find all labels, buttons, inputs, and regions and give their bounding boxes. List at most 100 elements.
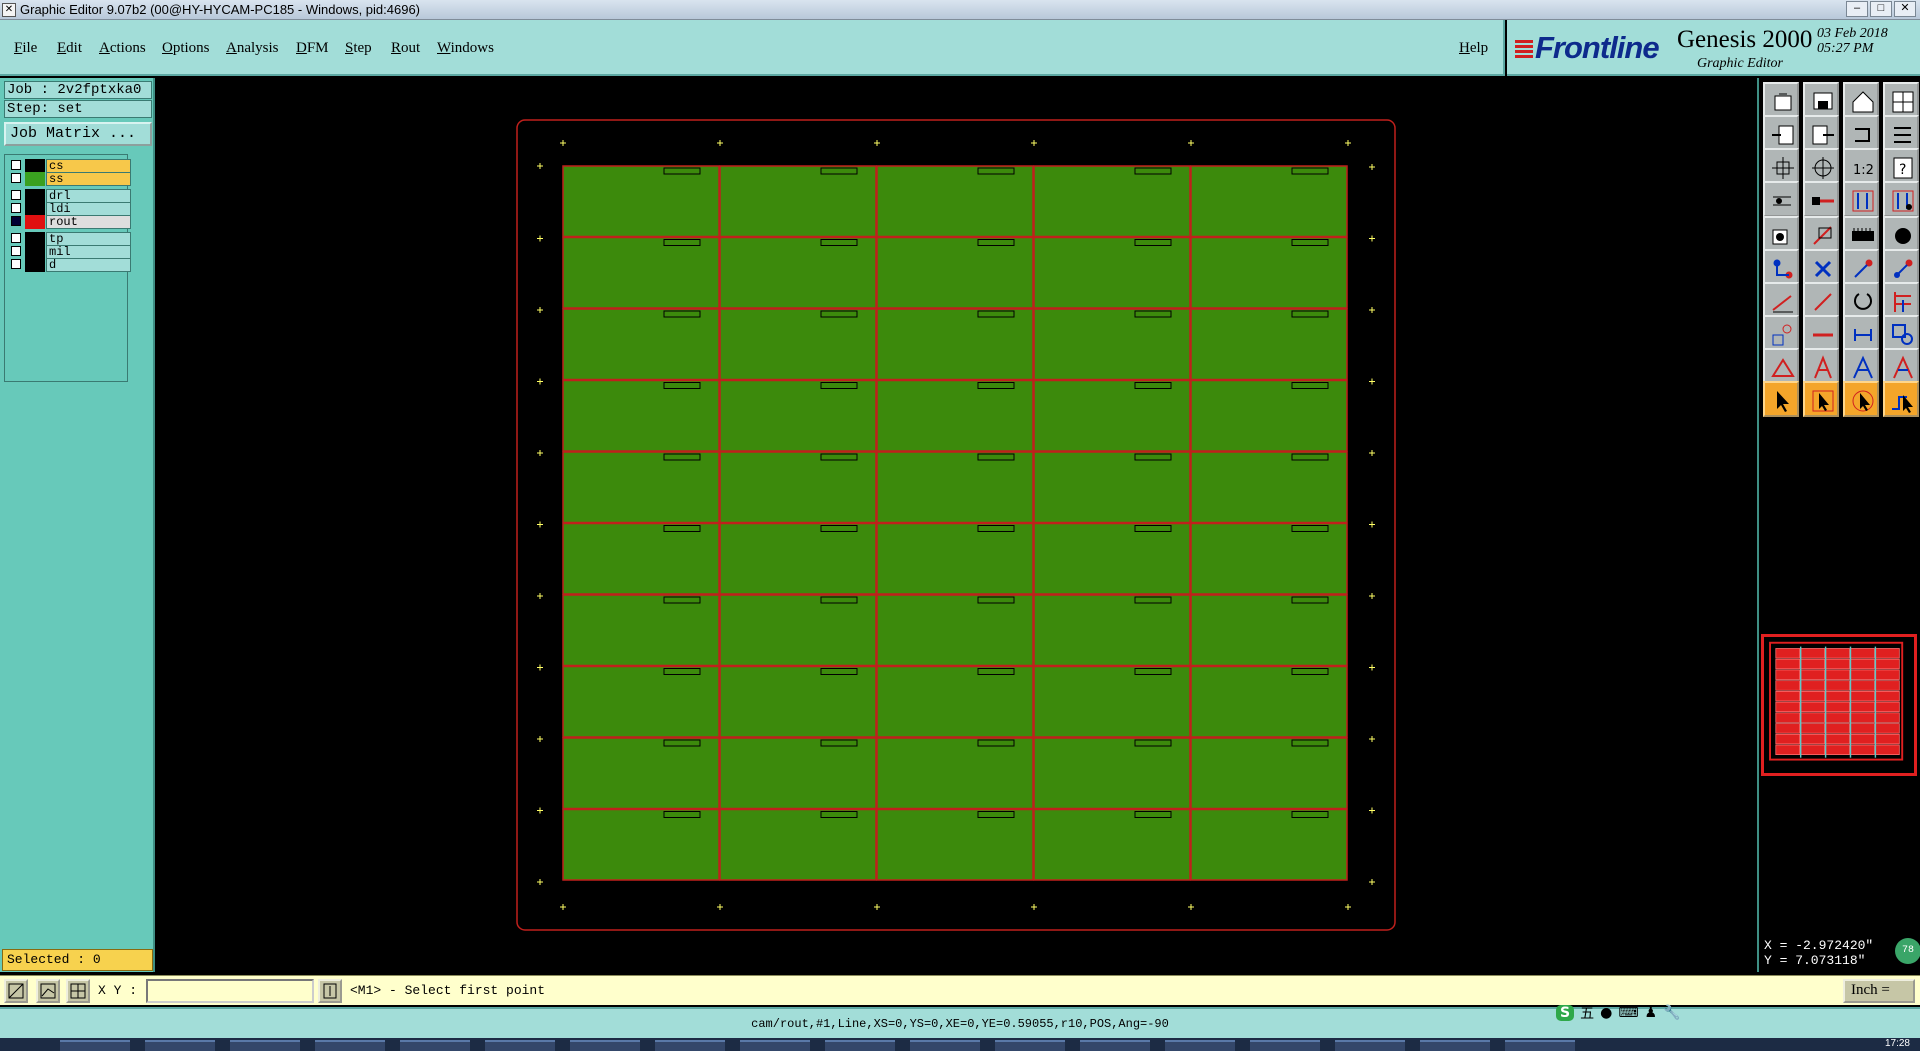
layer-row-mil[interactable]: mil	[9, 245, 131, 259]
minimize-button[interactable]: –	[1846, 1, 1868, 17]
tri-icon[interactable]	[1763, 348, 1799, 384]
layer-checkbox[interactable]	[11, 259, 21, 269]
overview-minimap[interactable]	[1761, 634, 1917, 776]
maximize-button[interactable]: □	[1870, 1, 1892, 17]
layer-color-swatch[interactable]	[25, 232, 45, 246]
rotate-icon[interactable]	[1843, 282, 1879, 318]
grid-mode-icon[interactable]	[66, 979, 90, 1003]
menu-analysis[interactable]: Analysis	[226, 40, 279, 57]
minus-icon[interactable]	[1803, 315, 1839, 351]
menu-help[interactable]: Help	[1459, 40, 1488, 57]
export-icon[interactable]	[1803, 115, 1839, 151]
layer-color-swatch[interactable]	[25, 172, 45, 186]
layer-row-ss[interactable]: ss	[9, 172, 131, 186]
pointer-circle-icon[interactable]	[1843, 381, 1879, 417]
layer-name[interactable]: mil	[46, 245, 131, 259]
layer-checkbox[interactable]	[11, 216, 21, 226]
menu-step[interactable]: Step	[345, 40, 372, 57]
unit-select[interactable]: Inch =	[1843, 979, 1915, 1003]
cross-icon[interactable]	[1803, 249, 1839, 285]
home-icon[interactable]	[1843, 82, 1879, 118]
taskbar-app-button[interactable]	[995, 1040, 1065, 1051]
line-icon[interactable]	[1763, 282, 1799, 318]
menu-edit[interactable]: Edit	[57, 40, 82, 57]
cursor-toggle-icon[interactable]	[318, 979, 342, 1003]
letter-a2-icon[interactable]	[1843, 348, 1879, 384]
layer-name[interactable]: d	[46, 258, 131, 272]
taskbar-app-button[interactable]	[230, 1040, 300, 1051]
ime-keyboard-icon[interactable]: ⌨	[1618, 1005, 1638, 1021]
letter-a3-icon[interactable]	[1883, 348, 1919, 384]
layer-name[interactable]: drl	[46, 189, 131, 203]
bracket-icon[interactable]	[1843, 315, 1879, 351]
ime-logo-icon[interactable]: S	[1556, 1005, 1575, 1021]
menu-rout[interactable]: Rout	[391, 40, 420, 57]
layer-name[interactable]: ss	[46, 172, 131, 186]
layout-icon[interactable]	[1883, 82, 1919, 118]
layer-row-rout[interactable]: rout	[9, 215, 131, 229]
layer-name[interactable]: ldi	[46, 202, 131, 216]
measure-icon[interactable]	[1763, 181, 1799, 217]
taskbar-app-button[interactable]	[1165, 1040, 1235, 1051]
taskbar-app-button[interactable]	[1505, 1040, 1575, 1051]
taskbar-app-button[interactable]	[145, 1040, 215, 1051]
layer-color-swatch[interactable]	[25, 245, 45, 259]
layer-color-swatch[interactable]	[25, 215, 45, 229]
layer-color-swatch[interactable]	[25, 202, 45, 216]
layer-row-d[interactable]: d	[9, 258, 131, 272]
layer-color-swatch[interactable]	[25, 159, 45, 173]
connect-icon[interactable]	[1803, 181, 1839, 217]
ime-dot-icon[interactable]: ●	[1600, 1005, 1612, 1021]
taskbar-app-button[interactable]	[740, 1040, 810, 1051]
layer-checkbox[interactable]	[11, 160, 21, 170]
menu-file[interactable]: File	[14, 40, 37, 57]
flip-icon[interactable]	[1843, 115, 1879, 151]
job-matrix-button[interactable]: Job Matrix ...	[4, 122, 152, 146]
help-icon[interactable]: ?	[1883, 148, 1919, 184]
taskbar-app-button[interactable]	[60, 1040, 130, 1051]
menu-actions[interactable]: Actions	[99, 40, 146, 57]
close-button[interactable]: ✕	[1894, 1, 1916, 17]
layer-row-drl[interactable]: drl	[9, 189, 131, 203]
snap-icon[interactable]	[1763, 315, 1799, 351]
ime-settings-icon[interactable]: 🔧	[1663, 1005, 1680, 1021]
import-icon[interactable]	[1763, 115, 1799, 151]
pointer-icon[interactable]	[1763, 381, 1799, 417]
taskbar-app-button[interactable]	[315, 1040, 385, 1051]
layer-name[interactable]: rout	[46, 215, 131, 229]
menu-windows[interactable]: Windows	[437, 40, 494, 57]
graphics-canvas[interactable]	[157, 78, 1757, 972]
letter-a-icon[interactable]	[1803, 348, 1839, 384]
layer-color-swatch[interactable]	[25, 258, 45, 272]
split-icon[interactable]	[1883, 115, 1919, 151]
layer-checkbox[interactable]	[11, 246, 21, 256]
taskbar-app-button[interactable]	[1420, 1040, 1490, 1051]
save-icon[interactable]	[1803, 82, 1839, 118]
taskbar-app-button[interactable]	[655, 1040, 725, 1051]
taskbar-app-button[interactable]	[485, 1040, 555, 1051]
taskbar-app-button[interactable]	[1335, 1040, 1405, 1051]
multi-icon[interactable]	[1883, 315, 1919, 351]
snap-mode-icon[interactable]	[4, 979, 28, 1003]
menu-options[interactable]: Options	[162, 40, 210, 57]
layer-checkbox[interactable]	[11, 203, 21, 213]
dot-icon[interactable]	[1883, 216, 1919, 252]
line-mode-icon[interactable]	[36, 979, 60, 1003]
layer-checkbox[interactable]	[11, 190, 21, 200]
zoom-fit-icon[interactable]	[1763, 148, 1799, 184]
menu-dfm[interactable]: DFM	[296, 40, 329, 57]
taskbar-app-button[interactable]	[1250, 1040, 1320, 1051]
node-icon[interactable]	[1763, 249, 1799, 285]
pan-icon[interactable]	[1803, 148, 1839, 184]
layer-row-cs[interactable]: cs	[9, 159, 131, 173]
layer-checkbox[interactable]	[11, 173, 21, 183]
layer-row-ldi[interactable]: ldi	[9, 202, 131, 216]
scale-icon[interactable]: 1:2	[1843, 148, 1879, 184]
layer-name[interactable]: cs	[46, 159, 131, 173]
open-job-icon[interactable]	[1763, 82, 1799, 118]
ime-user-icon[interactable]: ♟	[1645, 1005, 1658, 1021]
matrix-alt-icon[interactable]	[1883, 181, 1919, 217]
taskbar-app-button[interactable]	[1080, 1040, 1150, 1051]
layer-name[interactable]: tp	[46, 232, 131, 246]
clip-icon[interactable]	[1803, 216, 1839, 252]
